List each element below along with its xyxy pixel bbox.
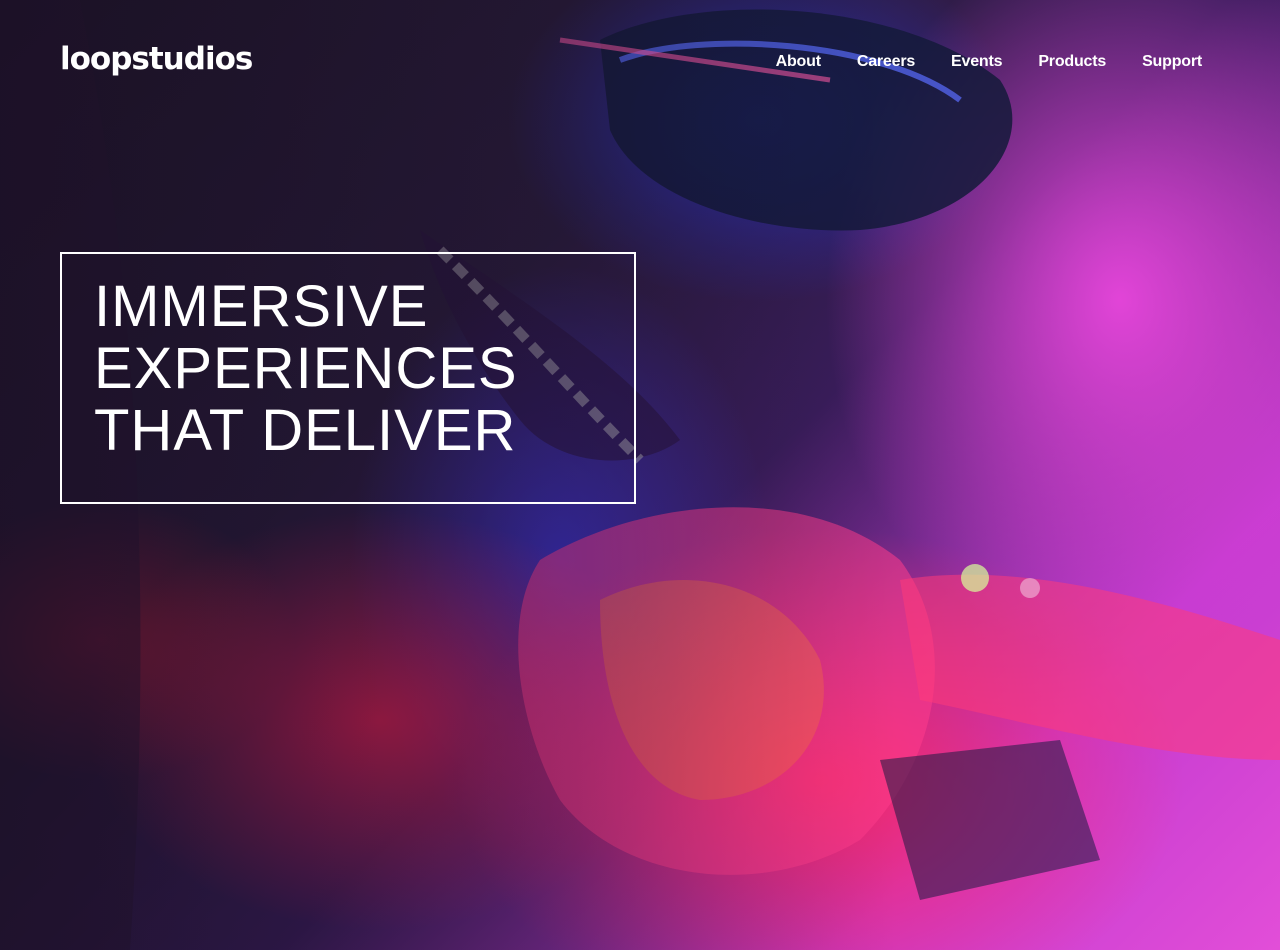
nav-link-events[interactable]: Events <box>951 48 1002 76</box>
hero-headline: Immersive experiences that deliver <box>94 274 518 463</box>
hero-headline-box: Immersive experiences that deliver <box>60 252 636 504</box>
nav-link-support[interactable]: Support <box>1142 48 1202 76</box>
nav-link-about[interactable]: About <box>776 48 821 76</box>
hero-section: loopstudios About Careers Events Product… <box>0 0 1280 950</box>
main-navigation: About Careers Events Products Support <box>776 48 1203 76</box>
nav-link-products[interactable]: Products <box>1038 48 1106 76</box>
nav-link-careers[interactable]: Careers <box>857 48 915 76</box>
site-logo[interactable]: loopstudios <box>60 38 253 80</box>
